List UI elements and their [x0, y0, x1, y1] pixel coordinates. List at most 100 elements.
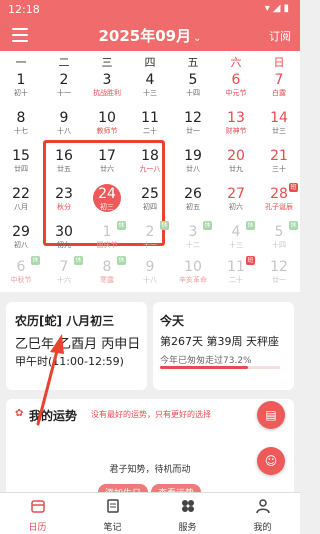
- calendar-icon: [30, 500, 45, 513]
- calendar-day[interactable]: 4 十三休: [215, 221, 257, 260]
- day-lunar-label: 初十: [14, 89, 28, 97]
- calendar-day[interactable]: 29 初八: [0, 222, 42, 260]
- calendar-day[interactable]: 7 十六休: [43, 256, 85, 295]
- app-bar: 2025年09月 ⌄ 订阅: [0, 20, 300, 51]
- calendar-day[interactable]: 2 十一: [43, 70, 85, 108]
- note-icon: [106, 499, 119, 513]
- calendar-day-today[interactable]: 24 初三: [86, 184, 128, 222]
- person-add-icon: ☺: [264, 454, 278, 468]
- year-progress-text: 今年已匆匆走过73.2%: [160, 356, 252, 366]
- calendar-day[interactable]: 30 初九: [43, 222, 85, 260]
- calendar-day[interactable]: 21 三十: [258, 146, 300, 184]
- lunar-card[interactable]: 农历[蛇] 八月初三 乙巳年 乙酉月 丙申日 甲午时(11:00-12:59): [6, 302, 147, 390]
- calendar-day[interactable]: 7 白露: [258, 70, 300, 108]
- calendar-day[interactable]: 13 财神节: [215, 108, 257, 146]
- calendar-day[interactable]: 16 廿五: [43, 146, 85, 184]
- calendar-day[interactable]: 27 初六: [215, 184, 257, 222]
- lunar-ganzhi: 乙巳年 乙酉月 丙申日: [15, 337, 141, 352]
- day-number: 12: [270, 259, 288, 275]
- calendar-day[interactable]: 9 十八: [43, 108, 85, 146]
- day-number: 27: [227, 186, 245, 202]
- calendar-day[interactable]: 25 初四: [129, 184, 171, 222]
- wifi-icon: ▾: [264, 3, 273, 14]
- day-lunar-label: 辛亥革命: [179, 276, 207, 284]
- document-fab[interactable]: ▤: [257, 401, 285, 429]
- calendar-day[interactable]: 22 八月: [0, 184, 42, 222]
- calendar-day[interactable]: 26 初五: [172, 184, 214, 222]
- calendar-day[interactable]: 1 初十: [0, 70, 42, 108]
- calendar-day[interactable]: 12 廿一: [258, 257, 300, 295]
- day-lunar-label: 廿八: [186, 165, 200, 173]
- day-lunar-label: 十二: [186, 241, 200, 249]
- calendar-day[interactable]: 6 中元节: [215, 70, 257, 108]
- tab-services[interactable]: 服务: [150, 493, 225, 534]
- status-bar: 12:18 ▾◢▮: [0, 0, 300, 20]
- day-number: 12: [184, 110, 202, 126]
- lunar-hour: 甲午时(11:00-12:59): [15, 355, 124, 368]
- calendar-day[interactable]: 1 国庆节休: [86, 221, 128, 260]
- day-lunar-label: 十八: [143, 276, 157, 284]
- rest-day-badge: 休: [289, 221, 298, 230]
- calendar-day[interactable]: 9 十八: [129, 257, 171, 295]
- day-number: 13: [227, 110, 245, 126]
- today-card[interactable]: 今天 第267天 第39周 天秤座 今年已匆匆走过73.2%: [153, 302, 294, 390]
- day-lunar-label: 教师节: [96, 127, 118, 135]
- day-lunar-label: 财神节: [225, 127, 247, 135]
- day-lunar-label: 二十: [229, 276, 243, 284]
- calendar-day[interactable]: 19 廿八: [172, 146, 214, 184]
- subscribe-button[interactable]: 订阅: [269, 28, 291, 44]
- calendar-day[interactable]: 14 廿三: [258, 108, 300, 146]
- weekday-header: 二: [58, 56, 70, 69]
- calendar-day[interactable]: 2 十一休: [129, 221, 171, 260]
- day-lunar-label: 八月: [14, 203, 28, 211]
- chevron-down-icon: ⌄: [193, 33, 202, 44]
- tab-calendar[interactable]: 日历: [0, 493, 75, 534]
- calendar-day[interactable]: 10 辛亥革命: [172, 257, 214, 295]
- calendar-day[interactable]: 12 廿一: [172, 108, 214, 146]
- calendar-day[interactable]: 10 教师节: [86, 108, 128, 146]
- calendar-day[interactable]: 17 廿六: [86, 146, 128, 184]
- calendar-day[interactable]: 6 中秋节休: [0, 256, 42, 295]
- day-lunar-label: 秋分: [57, 203, 71, 211]
- calendar-day[interactable]: 20 廿九: [215, 146, 257, 184]
- profile-fab[interactable]: ☺: [257, 447, 285, 475]
- calendar-day[interactable]: 28 孔子诞辰班: [258, 183, 300, 222]
- day-number: 29: [12, 224, 30, 240]
- calendar-day[interactable]: 8 十七: [0, 108, 42, 146]
- day-lunar-label: 廿一: [272, 276, 286, 284]
- calendar-day[interactable]: 5 十四: [172, 70, 214, 108]
- day-lunar-label: 十三: [143, 89, 157, 97]
- calendar-day[interactable]: 8 寒露休: [86, 256, 128, 295]
- weekday-header: 六: [230, 56, 242, 69]
- rest-day-badge: 休: [31, 256, 40, 265]
- tab-notes[interactable]: 笔记: [75, 493, 150, 534]
- day-number: 9: [145, 259, 155, 275]
- day-number: 1: [16, 72, 26, 88]
- day-number: 9: [59, 110, 69, 126]
- calendar-day[interactable]: 23 秋分: [43, 184, 85, 222]
- day-number: 10: [98, 110, 116, 126]
- today-info: 第267天 第39周 天秤座: [160, 335, 279, 348]
- day-number: 22: [12, 186, 30, 202]
- day-number: 26: [184, 186, 202, 202]
- calendar-day[interactable]: 11 二十: [129, 108, 171, 146]
- fortune-title: 我的运势: [29, 409, 78, 423]
- calendar-day[interactable]: 18 九一八: [129, 146, 171, 184]
- calendar-day[interactable]: 5 十四休: [258, 221, 300, 260]
- battery-icon: ▮: [283, 3, 292, 14]
- fortune-hint: 没有最好的运势，只有更好的选择: [91, 410, 211, 419]
- day-lunar-label: 廿一: [186, 127, 200, 135]
- calendar-day[interactable]: 4 十三: [129, 70, 171, 108]
- calendar-day[interactable]: 15 廿四: [0, 146, 42, 184]
- calendar-day[interactable]: 3 抗战胜利: [86, 70, 128, 108]
- weekday-header: 日: [273, 56, 285, 69]
- day-number: 15: [12, 148, 30, 164]
- calendar-day[interactable]: 11 二十班: [215, 256, 257, 295]
- month-selector[interactable]: 2025年09月 ⌄: [0, 25, 300, 46]
- day-number: 6: [231, 72, 241, 88]
- tab-me[interactable]: 我的: [225, 493, 300, 534]
- fortune-logo-icon: ✿: [15, 408, 24, 419]
- today-title: 今天: [160, 314, 185, 328]
- calendar-day[interactable]: 3 十二休: [172, 221, 214, 260]
- day-number: 18: [141, 148, 159, 164]
